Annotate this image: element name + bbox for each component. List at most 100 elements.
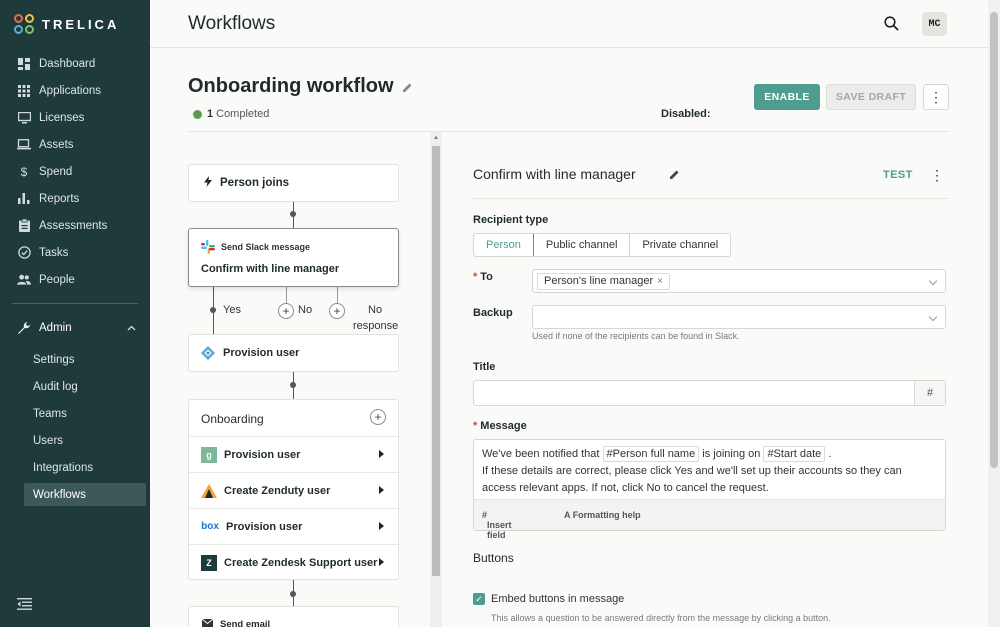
- sidebar-item-tasks[interactable]: Tasks: [0, 239, 150, 266]
- panel-divider: [473, 198, 949, 199]
- formatting-help-button[interactable]: A Formatting help: [564, 510, 641, 520]
- to-select[interactable]: Person's line manager ×: [532, 269, 946, 293]
- main-nav: Dashboard Applications Licenses Assets $…: [0, 50, 150, 293]
- sidebar-item-people[interactable]: People: [0, 266, 150, 293]
- slack-message-node[interactable]: Send Slack message Confirm with line man…: [188, 228, 399, 287]
- group-row-zendesk[interactable]: Z Create Zendesk Support user: [189, 544, 398, 580]
- remove-chip-icon[interactable]: ×: [657, 276, 663, 287]
- monitor-icon: [17, 111, 31, 125]
- recipient-type-person[interactable]: Person: [474, 234, 534, 256]
- insert-field-hash-button[interactable]: #: [914, 381, 945, 405]
- sidebar-item-integrations[interactable]: Integrations: [24, 454, 146, 481]
- buttons-heading: Buttons: [473, 551, 514, 565]
- sidebar-item-settings[interactable]: Settings: [24, 346, 146, 373]
- clipboard-icon: [17, 219, 31, 233]
- avatar[interactable]: MC: [922, 12, 947, 36]
- message-label-text: Message: [480, 420, 527, 432]
- zenduty-logo-icon: [201, 483, 217, 499]
- step-more-options-icon[interactable]: ⋮: [930, 167, 944, 184]
- sidebar-item-admin[interactable]: Admin: [0, 316, 150, 340]
- expand-arrow-icon[interactable]: [379, 450, 384, 458]
- brand-logo[interactable]: TRELICA: [14, 14, 119, 34]
- workflow-title: Onboarding workflow: [188, 75, 394, 97]
- check-circle-icon: [17, 246, 31, 260]
- trigger-label: Person joins: [220, 177, 290, 189]
- sidebar-item-applications[interactable]: Applications: [0, 77, 150, 104]
- scrollbar-thumb[interactable]: [990, 12, 998, 468]
- grid-icon: [17, 84, 31, 98]
- canvas-scrollbar[interactable]: ▲: [430, 132, 442, 627]
- dashboard-icon: [17, 57, 31, 71]
- sidebar-item-assets[interactable]: Assets: [0, 131, 150, 158]
- enable-button[interactable]: ENABLE: [754, 84, 820, 110]
- expand-arrow-icon[interactable]: [379, 486, 384, 494]
- send-email-node[interactable]: Send email: [188, 606, 399, 627]
- to-label-text: To: [480, 271, 493, 283]
- group-row-label: Create Zendesk Support user: [224, 556, 378, 569]
- sidebar-item-licenses[interactable]: Licenses: [0, 104, 150, 131]
- recipient-type-public-channel[interactable]: Public channel: [534, 234, 631, 256]
- scroll-up-icon[interactable]: ▲: [433, 135, 439, 141]
- edit-title-icon[interactable]: [402, 82, 413, 96]
- sidebar-item-label: People: [39, 273, 75, 286]
- step-title: Confirm with line manager: [473, 166, 636, 182]
- add-step-button[interactable]: +: [370, 409, 386, 425]
- field-tag-start-date[interactable]: #Start date: [763, 446, 826, 462]
- add-no-branch-button[interactable]: +: [278, 303, 294, 319]
- admin-subnav: Settings Audit log Teams Users Integrati…: [24, 346, 146, 506]
- page-scrollbar[interactable]: [988, 0, 1000, 627]
- edit-step-title-icon[interactable]: [669, 169, 680, 183]
- provision-user-node[interactable]: Provision user: [188, 334, 399, 372]
- recipient-type-label: Recipient type: [473, 214, 549, 226]
- group-row-zenduty[interactable]: Create Zenduty user: [189, 472, 398, 508]
- sidebar: TRELICA Dashboard Applications Licenses …: [0, 0, 150, 627]
- embed-buttons-hint: This allows a question to be answered di…: [491, 613, 831, 623]
- field-tag-person-full-name[interactable]: #Person full name: [602, 446, 700, 462]
- chevron-down-icon[interactable]: [928, 276, 938, 286]
- recipient-type-private-channel[interactable]: Private channel: [630, 234, 730, 256]
- top-bar: Workflows MC: [150, 0, 988, 48]
- completed-label: Completed: [216, 108, 270, 120]
- test-button[interactable]: TEST: [883, 169, 913, 181]
- sidebar-item-label: Assessments: [39, 219, 108, 232]
- collapse-sidebar-icon[interactable]: [17, 597, 32, 613]
- search-icon[interactable]: [884, 16, 899, 31]
- add-no-response-branch-button[interactable]: +: [329, 303, 345, 319]
- bar-chart-icon: [17, 192, 31, 206]
- completed-count: 1: [207, 108, 214, 120]
- branch-yes-label: Yes: [223, 304, 241, 316]
- sidebar-item-dashboard[interactable]: Dashboard: [0, 50, 150, 77]
- sidebar-item-workflows[interactable]: Workflows: [24, 483, 146, 506]
- message-toolbar: # Insert field A Formatting help: [474, 499, 945, 540]
- connector-dot: [290, 211, 296, 217]
- group-row-label: Provision user: [224, 448, 301, 461]
- message-editor[interactable]: We've been notified that #Person full na…: [473, 439, 946, 540]
- onboarding-group[interactable]: Onboarding + g Provision user Create Zen…: [188, 399, 399, 580]
- message-text: If these details are correct, please cli…: [482, 465, 902, 494]
- message-body[interactable]: We've been notified that #Person full na…: [482, 446, 937, 497]
- title-input[interactable]: #: [473, 380, 946, 406]
- group-row-provision-user[interactable]: g Provision user: [189, 436, 398, 472]
- embed-buttons-checkbox[interactable]: ✓: [473, 593, 485, 605]
- expand-arrow-icon[interactable]: [379, 558, 384, 566]
- sidebar-item-spend[interactable]: $ Spend: [0, 158, 150, 185]
- lightning-icon: [204, 176, 212, 190]
- save-draft-button[interactable]: SAVE DRAFT: [826, 84, 916, 110]
- trigger-node[interactable]: Person joins: [188, 164, 399, 202]
- sidebar-item-teams[interactable]: Teams: [24, 400, 146, 427]
- insert-field-button[interactable]: # Insert field: [482, 510, 512, 540]
- branch-no-label: No: [298, 304, 313, 316]
- workflow-status: Disabled: 1 Completed: [188, 108, 711, 120]
- embed-buttons-label[interactable]: Embed buttons in message: [491, 593, 624, 605]
- sidebar-item-audit-log[interactable]: Audit log: [24, 373, 146, 400]
- sidebar-item-reports[interactable]: Reports: [0, 185, 150, 212]
- group-row-box-provision[interactable]: box Provision user: [189, 508, 398, 544]
- expand-arrow-icon[interactable]: [379, 522, 384, 530]
- backup-select[interactable]: [532, 305, 946, 329]
- sidebar-item-users[interactable]: Users: [24, 427, 146, 454]
- sidebar-item-assessments[interactable]: Assessments: [0, 212, 150, 239]
- canvas-scrollbar-thumb[interactable]: [432, 146, 440, 576]
- more-options-button[interactable]: ⋮: [923, 84, 949, 110]
- chevron-down-icon[interactable]: [928, 312, 938, 322]
- admin-label: Admin: [39, 322, 72, 334]
